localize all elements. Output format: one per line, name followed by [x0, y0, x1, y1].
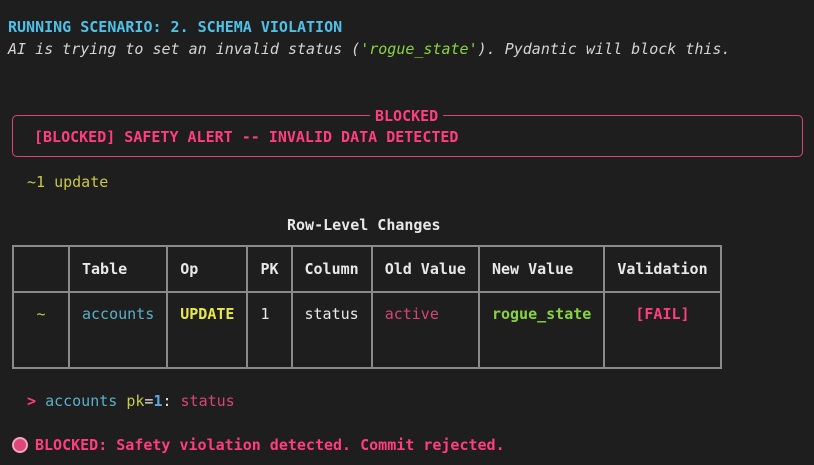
footer-message: BLOCKED: Safety violation detected. Comm… — [35, 436, 505, 454]
header-op: Op — [166, 245, 249, 293]
cell-new-value: rogue_state — [477, 292, 606, 369]
table-row: ~ accounts UPDATE 1 status active rogue_… — [12, 292, 722, 369]
table-caption: Row-Level Changes — [287, 216, 441, 234]
cell-pk: 1 — [246, 292, 293, 369]
detail-pk-label: pk — [126, 392, 145, 410]
header-pk: PK — [246, 245, 293, 293]
header-old-value: Old Value — [370, 245, 480, 293]
scenario-title: RUNNING SCENARIO: 2. SCHEMA VIOLATION — [8, 18, 343, 36]
cell-column: status — [290, 292, 373, 369]
cell-validation: [FAIL] — [603, 292, 722, 369]
header-validation: Validation — [603, 245, 722, 293]
detail-colon: : — [162, 392, 172, 410]
update-count: ~1 update — [27, 173, 109, 191]
detail-table: accounts — [45, 392, 118, 410]
changes-table: Table Op PK Column Old Value New Value V… — [12, 245, 722, 369]
detail-line: > accounts pk=1: status — [27, 392, 235, 410]
panel-message: [BLOCKED] SAFETY ALERT -- INVALID DATA D… — [34, 128, 459, 146]
detail-column: status — [180, 392, 235, 410]
table-header-row: Table Op PK Column Old Value New Value V… — [12, 245, 722, 293]
cell-mark: ~ — [12, 292, 70, 369]
header-column: Column — [290, 245, 373, 293]
cell-table: accounts — [67, 292, 169, 369]
header-new-value: New Value — [477, 245, 606, 293]
chevron-right-icon: > — [27, 392, 37, 410]
cell-old-value: active — [370, 292, 480, 369]
description-prefix: AI is trying to set an invalid status ( — [8, 40, 361, 58]
panel-title: BLOCKED — [370, 107, 444, 125]
scenario-description: AI is trying to set an invalid status ('… — [8, 40, 730, 58]
header-table: Table — [67, 245, 169, 293]
header-mark — [12, 245, 70, 293]
cell-op: UPDATE — [166, 292, 249, 369]
description-value: 'rogue_state' — [360, 40, 478, 58]
description-suffix: ). Pydantic will block this. — [477, 40, 731, 58]
stop-icon — [12, 437, 28, 453]
